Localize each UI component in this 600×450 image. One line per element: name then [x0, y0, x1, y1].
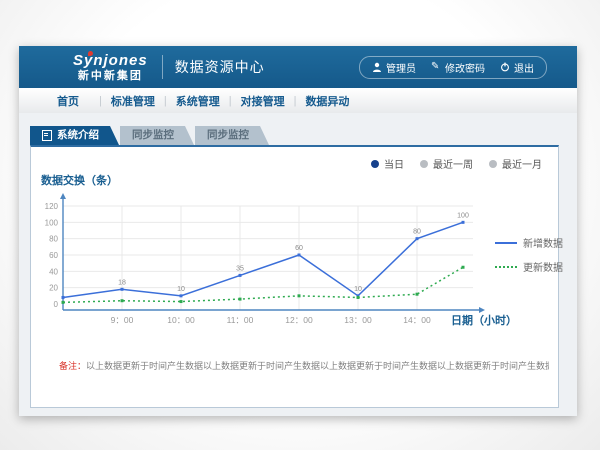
filter-1[interactable]: 当日 [371, 156, 404, 171]
gridlines [63, 206, 473, 310]
nav-item-2[interactable]: 标准管理 [102, 93, 164, 109]
tab-1[interactable]: 系统介绍 [30, 126, 119, 145]
legend-label: 更新数据 [523, 259, 563, 274]
axes [60, 193, 485, 313]
svg-text:18: 18 [118, 279, 126, 286]
legend-item-1[interactable]: 新增数据 [495, 235, 563, 250]
svg-text:120: 120 [45, 202, 59, 211]
legend-swatch-icon [495, 266, 517, 268]
content-area: 系统介绍 同步监控 同步监控 当日 最近一周 最近一月 数据交换（条） 0 20 40 60 8… [19, 113, 577, 416]
series-新增数据: 18 10 35 60 10 80 100 [62, 212, 469, 299]
svg-text:100: 100 [45, 218, 59, 227]
svg-text:80: 80 [49, 235, 58, 244]
chart-panel: 当日 最近一周 最近一月 数据交换（条） 0 20 40 60 80 100 120 9：00 10… [30, 145, 559, 408]
filter-label: 最近一月 [502, 156, 542, 171]
page-title: 数据资源中心 [175, 57, 265, 77]
footnote: 备注：以上数据更新于时间产生数据以上数据更新于时间产生数据以上数据更新于时间产生… [59, 359, 549, 372]
line-chart: 0 20 40 60 80 100 120 9：00 10：00 11：00 12：00 13：00 1… [31, 187, 501, 339]
filter-label: 最近一周 [433, 156, 473, 171]
footnote-text: 以上数据更新于时间产生数据以上数据更新于时间产生数据以上数据更新于时间产生数据以… [86, 361, 549, 371]
logo-accent-icon [88, 51, 93, 56]
svg-text:100: 100 [457, 212, 469, 219]
document-icon [42, 130, 52, 141]
svg-text:14：00: 14：00 [403, 315, 431, 325]
time-range-filters: 当日 最近一周 最近一月 [371, 156, 542, 171]
x-axis-title: 日期（小时） [451, 312, 517, 328]
svg-text:10: 10 [354, 286, 362, 293]
nav-item-5[interactable]: 数据异动 [296, 93, 358, 109]
main-navigation: 首页|标准管理|系统管理|对接管理|数据异动 [19, 88, 577, 114]
app-window: Synjones 新中新集团 数据资源中心 管理员 ✎ 修改密码 退出 [19, 46, 577, 416]
svg-text:20: 20 [49, 284, 58, 293]
tab-label: 同步监控 [132, 126, 174, 145]
power-icon [500, 62, 510, 72]
edit-icon: ✎ [431, 62, 441, 72]
nav-item-3[interactable]: 系统管理 [167, 93, 229, 109]
logo-text: Synjones [73, 53, 148, 68]
header: Synjones 新中新集团 数据资源中心 管理员 ✎ 修改密码 退出 [19, 46, 577, 88]
tab-label: 系统介绍 [57, 126, 99, 145]
y-tick-labels: 0 20 40 60 80 100 120 [45, 202, 59, 309]
radio-icon [371, 160, 379, 168]
user-menu[interactable]: 管理员 [372, 60, 416, 75]
svg-text:9：00: 9：00 [111, 315, 134, 325]
footnote-prefix: 备注： [59, 361, 86, 371]
logout-button[interactable]: 退出 [500, 60, 534, 75]
radio-icon [420, 160, 428, 168]
user-toolbar: 管理员 ✎ 修改密码 退出 [359, 56, 547, 79]
logo-subtext: 新中新集团 [73, 71, 148, 82]
filter-3[interactable]: 最近一月 [489, 156, 542, 171]
nav-item-1[interactable]: 首页 [37, 93, 99, 109]
svg-text:12：00: 12：00 [285, 315, 313, 325]
svg-text:10：00: 10：00 [167, 315, 195, 325]
series-legend: 新增数据更新数据 [495, 235, 563, 274]
legend-label: 新增数据 [523, 235, 563, 250]
tab-2[interactable]: 同步监控 [120, 126, 194, 145]
y-axis-title: 数据交换（条） [41, 172, 118, 188]
legend-item-2[interactable]: 更新数据 [495, 259, 563, 274]
tab-bar: 系统介绍 同步监控 同步监控 [30, 126, 270, 145]
change-password-label: 修改密码 [445, 60, 485, 75]
nav-item-4[interactable]: 对接管理 [232, 93, 294, 109]
svg-text:35: 35 [236, 265, 244, 272]
svg-text:11：00: 11：00 [227, 315, 254, 325]
svg-text:0: 0 [54, 300, 59, 309]
svg-text:80: 80 [413, 229, 421, 236]
change-password-button[interactable]: ✎ 修改密码 [431, 60, 485, 75]
svg-text:10: 10 [177, 286, 185, 293]
svg-text:40: 40 [49, 267, 58, 276]
user-label: 管理员 [386, 60, 416, 75]
filter-2[interactable]: 最近一周 [420, 156, 473, 171]
user-icon [372, 62, 382, 72]
legend-swatch-icon [495, 242, 517, 244]
tab-label: 同步监控 [207, 126, 249, 145]
svg-text:60: 60 [295, 245, 303, 252]
x-tick-labels: 9：00 10：00 11：00 12：00 13：00 14：00 [111, 315, 431, 325]
radio-icon [489, 160, 497, 168]
svg-text:60: 60 [49, 251, 58, 260]
svg-text:13：00: 13：00 [344, 315, 372, 325]
company-logo: Synjones 新中新集团 [73, 53, 148, 82]
logout-label: 退出 [514, 60, 534, 75]
header-divider [162, 55, 163, 79]
tab-3[interactable]: 同步监控 [195, 126, 269, 145]
filter-label: 当日 [384, 156, 404, 171]
